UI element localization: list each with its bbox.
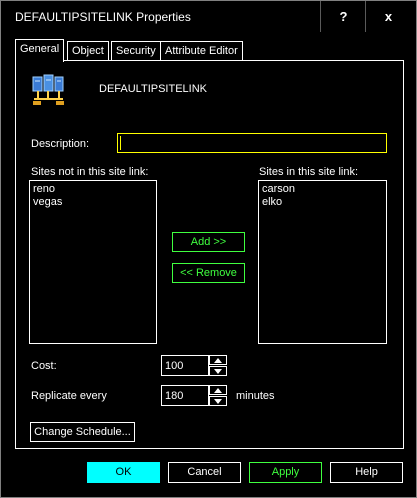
replicate-field[interactable] xyxy=(161,385,209,406)
list-item[interactable]: elko xyxy=(262,196,383,209)
tab-attribute-editor[interactable]: Attribute Editor xyxy=(160,41,243,61)
sites-not-label: Sites not in this site link: xyxy=(31,166,149,178)
help-button[interactable]: Help xyxy=(330,462,403,483)
object-name: DEFAULTIPSITELINK xyxy=(99,83,207,95)
list-item[interactable]: reno xyxy=(33,183,153,196)
cancel-button[interactable]: Cancel xyxy=(168,462,241,483)
text-caret xyxy=(120,136,121,150)
description-field[interactable] xyxy=(117,133,387,153)
ok-button[interactable]: OK xyxy=(87,462,160,483)
add-button[interactable]: Add >> xyxy=(172,232,245,252)
change-schedule-button[interactable]: Change Schedule... xyxy=(30,422,135,442)
replicate-label: Replicate every xyxy=(31,390,107,402)
sites-not-listbox[interactable]: reno vegas xyxy=(29,180,157,344)
help-title-button[interactable]: ? xyxy=(321,1,366,32)
replicate-spinner[interactable] xyxy=(209,385,227,406)
spin-down-icon[interactable] xyxy=(209,366,227,376)
apply-button[interactable]: Apply xyxy=(249,462,322,483)
close-button[interactable]: x xyxy=(366,1,411,32)
site-link-icon xyxy=(32,74,64,105)
cost-field[interactable] xyxy=(161,355,209,376)
tab-security[interactable]: Security xyxy=(111,41,161,61)
window-title: DEFAULTIPSITELINK Properties xyxy=(15,10,191,24)
list-item[interactable]: vegas xyxy=(33,196,153,209)
tab-general[interactable]: General xyxy=(15,39,65,62)
spin-up-icon[interactable] xyxy=(209,355,227,365)
remove-button[interactable]: << Remove xyxy=(172,263,245,283)
spin-up-icon[interactable] xyxy=(209,385,227,395)
list-item[interactable]: carson xyxy=(262,183,383,196)
minutes-label: minutes xyxy=(236,390,275,402)
cost-label: Cost: xyxy=(31,360,57,372)
title-bar[interactable]: DEFAULTIPSITELINK Properties ? x xyxy=(1,1,416,32)
sites-in-label: Sites in this site link: xyxy=(259,166,359,178)
sites-in-listbox[interactable]: carson elko xyxy=(258,180,387,344)
cost-spinner[interactable] xyxy=(209,355,227,376)
spin-down-icon[interactable] xyxy=(209,396,227,406)
properties-dialog: DEFAULTIPSITELINK Properties ? x General… xyxy=(0,0,417,498)
tab-object[interactable]: Object xyxy=(67,41,109,61)
description-label: Description: xyxy=(31,138,90,150)
